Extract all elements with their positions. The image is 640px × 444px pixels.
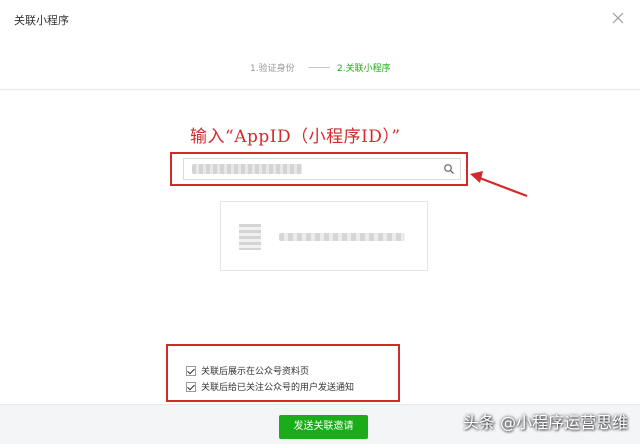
option-show-on-profile[interactable]: 关联后展示在公众号资料页 [186, 364, 309, 377]
close-icon[interactable] [610, 10, 626, 26]
appid-search-input[interactable] [183, 158, 461, 180]
step-verify-identity: 1.验证身份 [250, 64, 295, 74]
watermark: 头条 @小程序运营思维 [463, 413, 629, 432]
step-link-miniprogram: 2.关联小程序 [337, 64, 391, 74]
annotation-arrow-icon [465, 160, 530, 200]
miniprogram-result-card[interactable] [220, 201, 428, 271]
search-icon[interactable] [443, 163, 455, 175]
appid-annotation: 输入“AppID（小程序ID）” [190, 127, 401, 147]
checkbox-notify-followers[interactable] [186, 381, 196, 392]
option-notify-followers-label: 关联后给已关注公众号的用户发送通知 [201, 383, 355, 393]
search-value-blurred [192, 164, 302, 174]
miniprogram-name-blurred [279, 233, 405, 241]
send-invitation-button[interactable]: 发送关联邀请 [279, 415, 368, 439]
step-connector [308, 67, 330, 68]
header-divider [0, 89, 640, 90]
option-show-on-profile-label: 关联后展示在公众号资料页 [201, 367, 310, 377]
option-notify-followers[interactable]: 关联后给已关注公众号的用户发送通知 [186, 380, 354, 393]
checkbox-show-on-profile[interactable] [186, 365, 196, 376]
step-indicator: 1.验证身份 2.关联小程序 [0, 60, 640, 76]
dialog-title: 关联小程序 [14, 14, 69, 27]
miniprogram-avatar [239, 224, 261, 250]
